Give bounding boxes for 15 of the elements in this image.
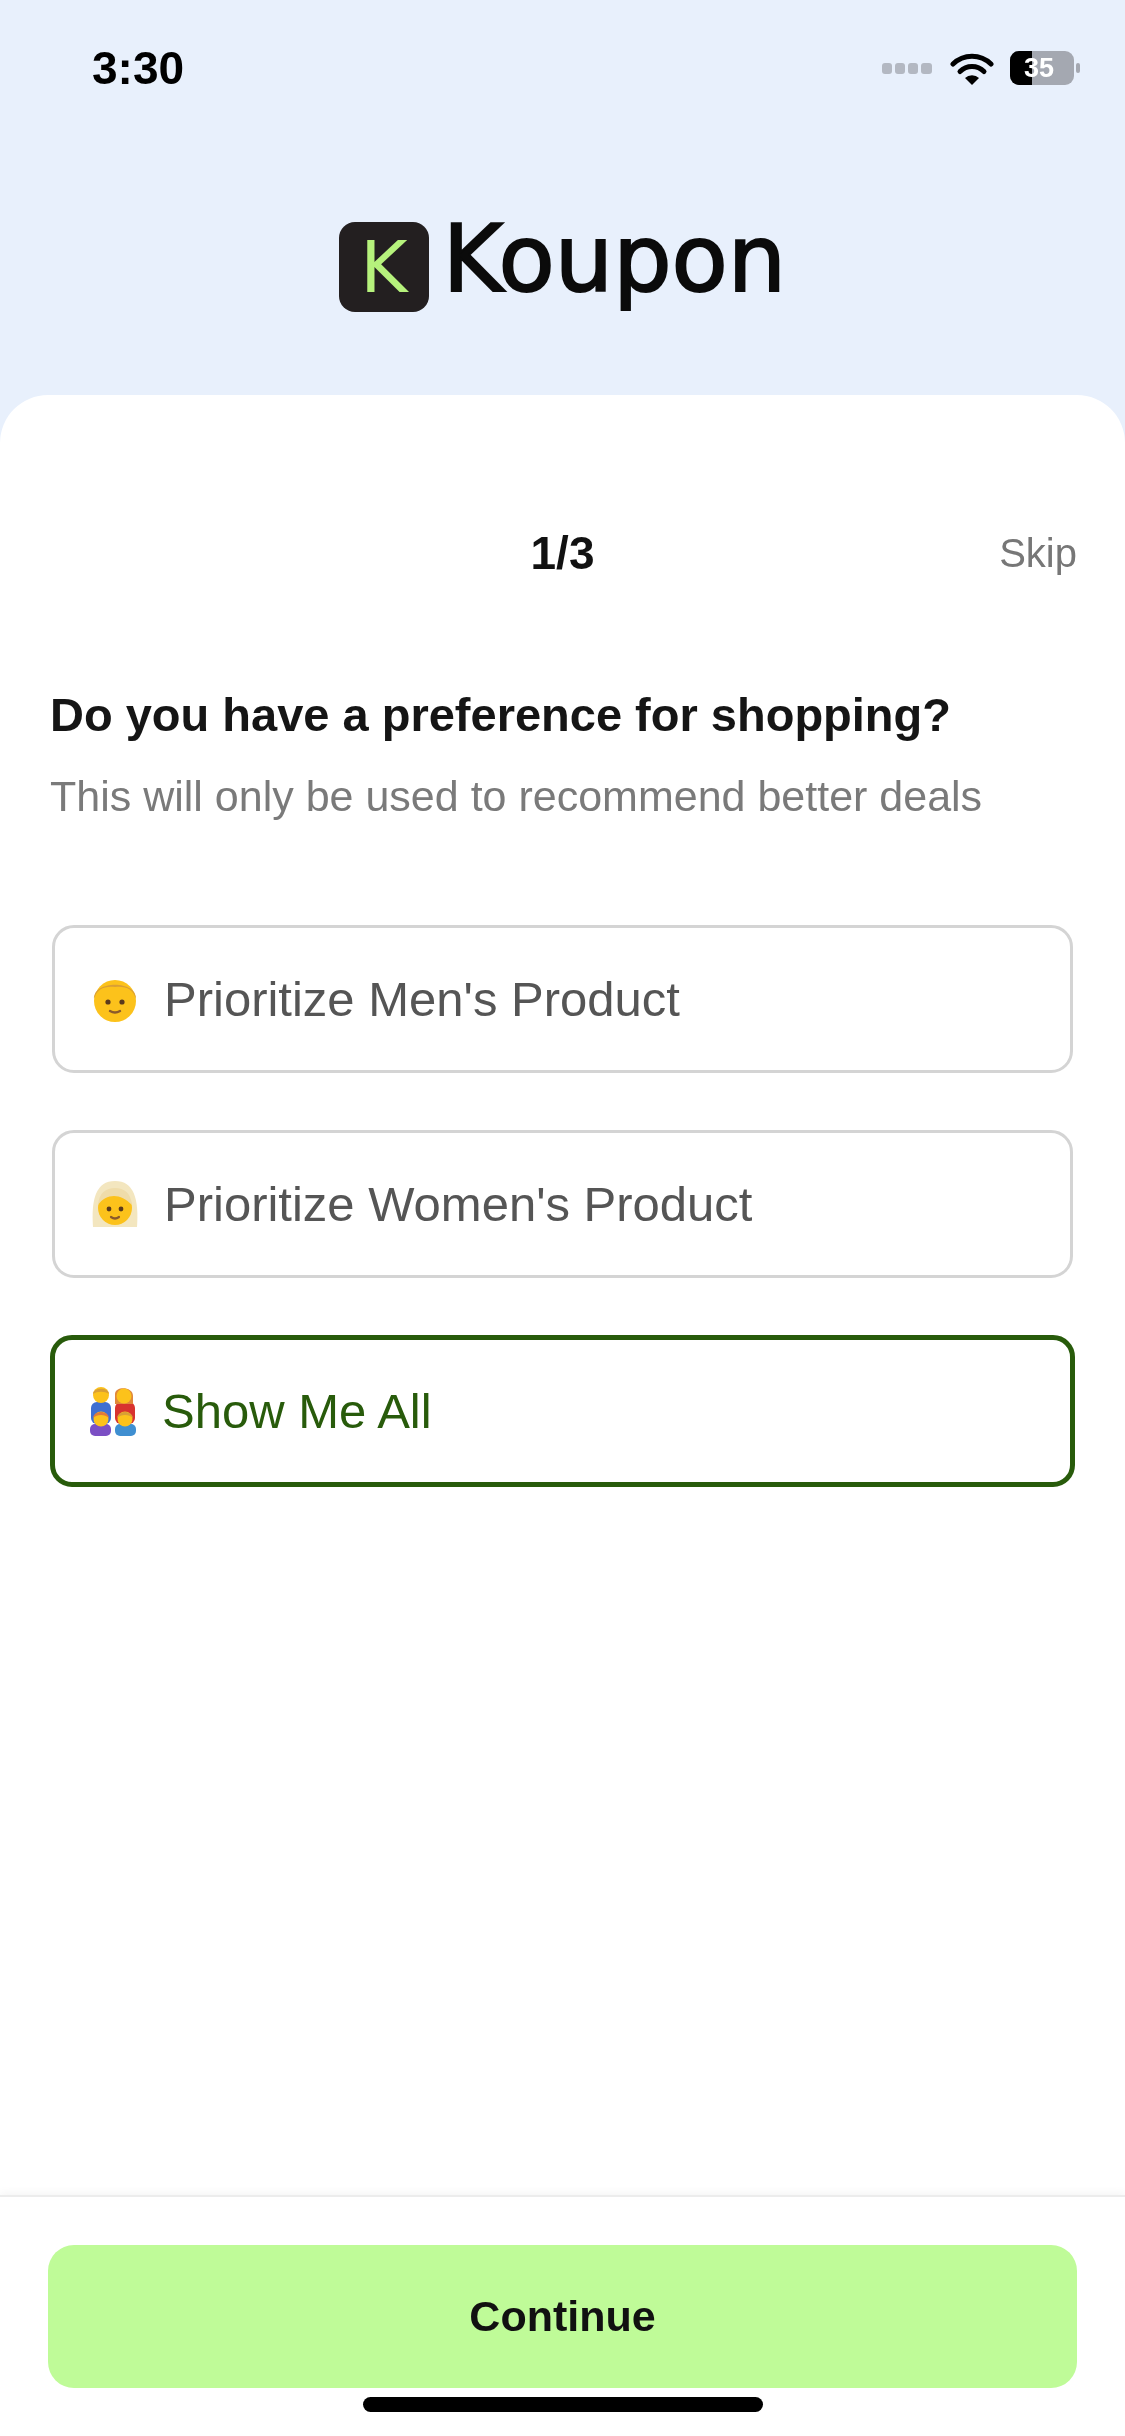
continue-button[interactable]: Continue: [48, 2245, 1077, 2388]
woman-face-icon: [90, 1179, 140, 1229]
brand-name: Koupon: [442, 212, 787, 308]
family-icon: [88, 1386, 138, 1436]
skip-button[interactable]: Skip: [999, 529, 1077, 577]
step-indicator: 1/3: [530, 526, 595, 580]
option-button[interactable]: Prioritize Men's Product: [52, 925, 1073, 1073]
signal-icon: [882, 62, 932, 74]
logo-mark: K: [338, 222, 429, 312]
status-time: 3:30: [92, 41, 185, 95]
wifi-icon: [950, 51, 994, 85]
question-title: Do you have a preference for shopping?: [50, 687, 952, 743]
question-subtitle: This will only be used to recommend better deals: [50, 771, 984, 821]
option-button[interactable]: Prioritize Women's Product: [52, 1130, 1073, 1278]
option-button[interactable]: Show Me All: [50, 1335, 1075, 1487]
